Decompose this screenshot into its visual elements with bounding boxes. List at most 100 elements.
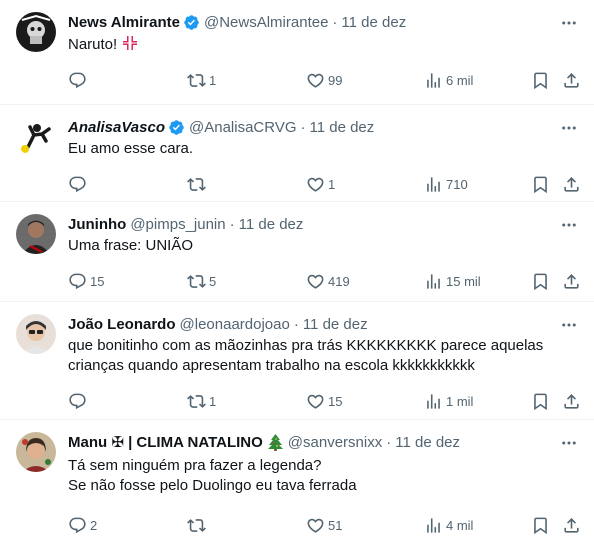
share-icon bbox=[562, 516, 581, 535]
view-count: 4 mil bbox=[446, 517, 474, 533]
display-name[interactable]: Juninho bbox=[68, 216, 126, 233]
tweet-body: João Leonardo @leonaardojoao · 11 de dez… bbox=[68, 314, 582, 419]
avatar[interactable] bbox=[16, 12, 56, 52]
reply-button[interactable] bbox=[68, 175, 187, 194]
avatar[interactable] bbox=[16, 214, 56, 254]
views-button[interactable]: 1 mil bbox=[424, 392, 531, 411]
reply-icon bbox=[68, 272, 87, 291]
tweet-item[interactable]: João Leonardo @leonaardojoao · 11 de dez… bbox=[0, 302, 594, 420]
reply-button[interactable]: 2 bbox=[68, 516, 187, 535]
share-button[interactable] bbox=[562, 71, 582, 90]
reply-button[interactable]: 15 bbox=[68, 272, 187, 291]
like-button[interactable]: 15 bbox=[306, 392, 424, 411]
share-icon bbox=[562, 175, 581, 194]
share-icon bbox=[562, 272, 581, 291]
like-button[interactable]: 51 bbox=[306, 516, 424, 535]
display-name[interactable]: News Almirante bbox=[68, 14, 180, 31]
timestamp[interactable]: 11 de dez bbox=[395, 434, 460, 451]
timestamp[interactable]: 11 de dez bbox=[341, 14, 406, 31]
user-handle[interactable]: @NewsAlmirantee bbox=[204, 14, 328, 31]
tweet-text-line: que bonitinho com as mãozinhas pra trás … bbox=[68, 337, 544, 354]
tweet-text-content: Naruto! bbox=[68, 36, 118, 53]
tweet-body: Juninho @pimps_junin · 11 de dez Uma fra… bbox=[68, 214, 582, 301]
tweet-text: que bonitinho com as mãozinhas pra trás … bbox=[68, 336, 582, 376]
bookmark-button[interactable] bbox=[531, 392, 562, 411]
retweet-icon bbox=[187, 516, 206, 535]
share-icon bbox=[562, 392, 581, 411]
avatar[interactable] bbox=[16, 314, 56, 354]
tweet-text: Eu amo esse cara. bbox=[68, 140, 194, 157]
tweet-body: Manu ✠ | CLIMA NATALINO @sanversnixx · 1… bbox=[68, 432, 582, 544]
tweet-actions: 15 5 419 15 mil bbox=[68, 262, 582, 300]
bookmark-button[interactable] bbox=[531, 272, 562, 291]
user-handle[interactable]: @leonaardojoao bbox=[180, 316, 290, 333]
views-button[interactable]: 4 mil bbox=[424, 516, 531, 535]
heart-icon bbox=[306, 392, 325, 411]
more-options-icon[interactable] bbox=[560, 434, 578, 452]
christmas-tree-icon bbox=[267, 434, 283, 451]
bookmark-button[interactable] bbox=[531, 175, 562, 194]
reply-icon bbox=[68, 71, 87, 90]
share-button[interactable] bbox=[562, 516, 582, 535]
display-name[interactable]: João Leonardo bbox=[68, 316, 176, 333]
heart-icon bbox=[306, 516, 325, 535]
share-button[interactable] bbox=[562, 392, 582, 411]
retweet-button[interactable] bbox=[187, 175, 306, 194]
tweet-actions: 2 51 4 mil bbox=[68, 506, 582, 544]
bookmark-button[interactable] bbox=[531, 71, 562, 90]
tweet-text: Naruto! bbox=[68, 34, 582, 55]
retweet-button[interactable]: 1 bbox=[187, 392, 306, 411]
more-options-icon[interactable] bbox=[560, 119, 578, 137]
tweet-item[interactable]: Manu ✠ | CLIMA NATALINO @sanversnixx · 1… bbox=[0, 420, 594, 544]
retweet-button[interactable]: 1 bbox=[187, 71, 306, 90]
user-handle[interactable]: @sanversnixx bbox=[288, 434, 382, 451]
bookmark-icon bbox=[531, 516, 550, 535]
timestamp[interactable]: 11 de dez bbox=[239, 216, 304, 233]
timestamp[interactable]: 11 de dez bbox=[303, 316, 368, 333]
retweet-button[interactable]: 5 bbox=[187, 272, 306, 291]
display-name[interactable]: AnalisaVasco bbox=[68, 119, 165, 136]
user-handle[interactable]: @pimps_junin bbox=[130, 216, 225, 233]
display-name[interactable]: Manu ✠ | CLIMA NATALINO bbox=[68, 433, 263, 451]
tweet-text: Uma frase: UNIÃO bbox=[68, 237, 194, 254]
like-button[interactable]: 99 bbox=[306, 71, 424, 90]
share-button[interactable] bbox=[562, 272, 582, 291]
view-count: 6 mil bbox=[446, 72, 474, 88]
bookmark-icon bbox=[531, 272, 550, 291]
more-options-icon[interactable] bbox=[560, 216, 578, 234]
like-count: 1 bbox=[328, 176, 336, 192]
tweet-item[interactable]: AnalisaVasco @AnalisaCRVG · 11 de dez Eu… bbox=[0, 105, 594, 202]
tweet-text-line: Tá sem ninguém pra fazer a legenda? bbox=[68, 457, 322, 474]
tweet-item[interactable]: Juninho @pimps_junin · 11 de dez Uma fra… bbox=[0, 202, 594, 302]
timestamp[interactable]: 11 de dez bbox=[310, 119, 375, 136]
like-button[interactable]: 1 bbox=[306, 175, 424, 194]
tweet-item[interactable]: News Almirante @NewsAlmirantee · 11 de d… bbox=[0, 0, 594, 105]
tweet-text: Tá sem ninguém pra fazer a legenda? Se n… bbox=[68, 456, 582, 496]
avatar[interactable] bbox=[16, 432, 56, 472]
like-count: 99 bbox=[328, 72, 343, 88]
views-button[interactable]: 6 mil bbox=[424, 71, 531, 90]
heart-icon bbox=[306, 272, 325, 291]
user-handle[interactable]: @AnalisaCRVG bbox=[189, 119, 297, 136]
separator: · bbox=[293, 315, 299, 333]
share-button[interactable] bbox=[562, 175, 582, 194]
views-icon bbox=[424, 392, 443, 411]
tweet-header: João Leonardo @leonaardojoao · 11 de dez bbox=[68, 314, 582, 334]
separator: · bbox=[229, 215, 235, 233]
tweet-text-line: Se não fosse pelo Duolingo eu tava ferra… bbox=[68, 477, 357, 494]
bookmark-button[interactable] bbox=[531, 516, 562, 535]
reply-button[interactable] bbox=[68, 71, 187, 90]
like-count: 419 bbox=[328, 273, 350, 289]
retweet-button[interactable] bbox=[187, 516, 306, 535]
more-options-icon[interactable] bbox=[560, 14, 578, 32]
like-button[interactable]: 419 bbox=[306, 272, 424, 291]
views-icon bbox=[424, 175, 443, 194]
views-button[interactable]: 710 bbox=[424, 175, 531, 194]
tweet-body: AnalisaVasco @AnalisaCRVG · 11 de dez Eu… bbox=[68, 117, 582, 201]
reply-button[interactable] bbox=[68, 392, 187, 411]
views-button[interactable]: 15 mil bbox=[424, 272, 531, 291]
share-icon bbox=[562, 71, 581, 90]
more-options-icon[interactable] bbox=[560, 316, 578, 334]
tweet-actions: 1 710 bbox=[68, 165, 582, 203]
avatar[interactable] bbox=[16, 117, 56, 157]
